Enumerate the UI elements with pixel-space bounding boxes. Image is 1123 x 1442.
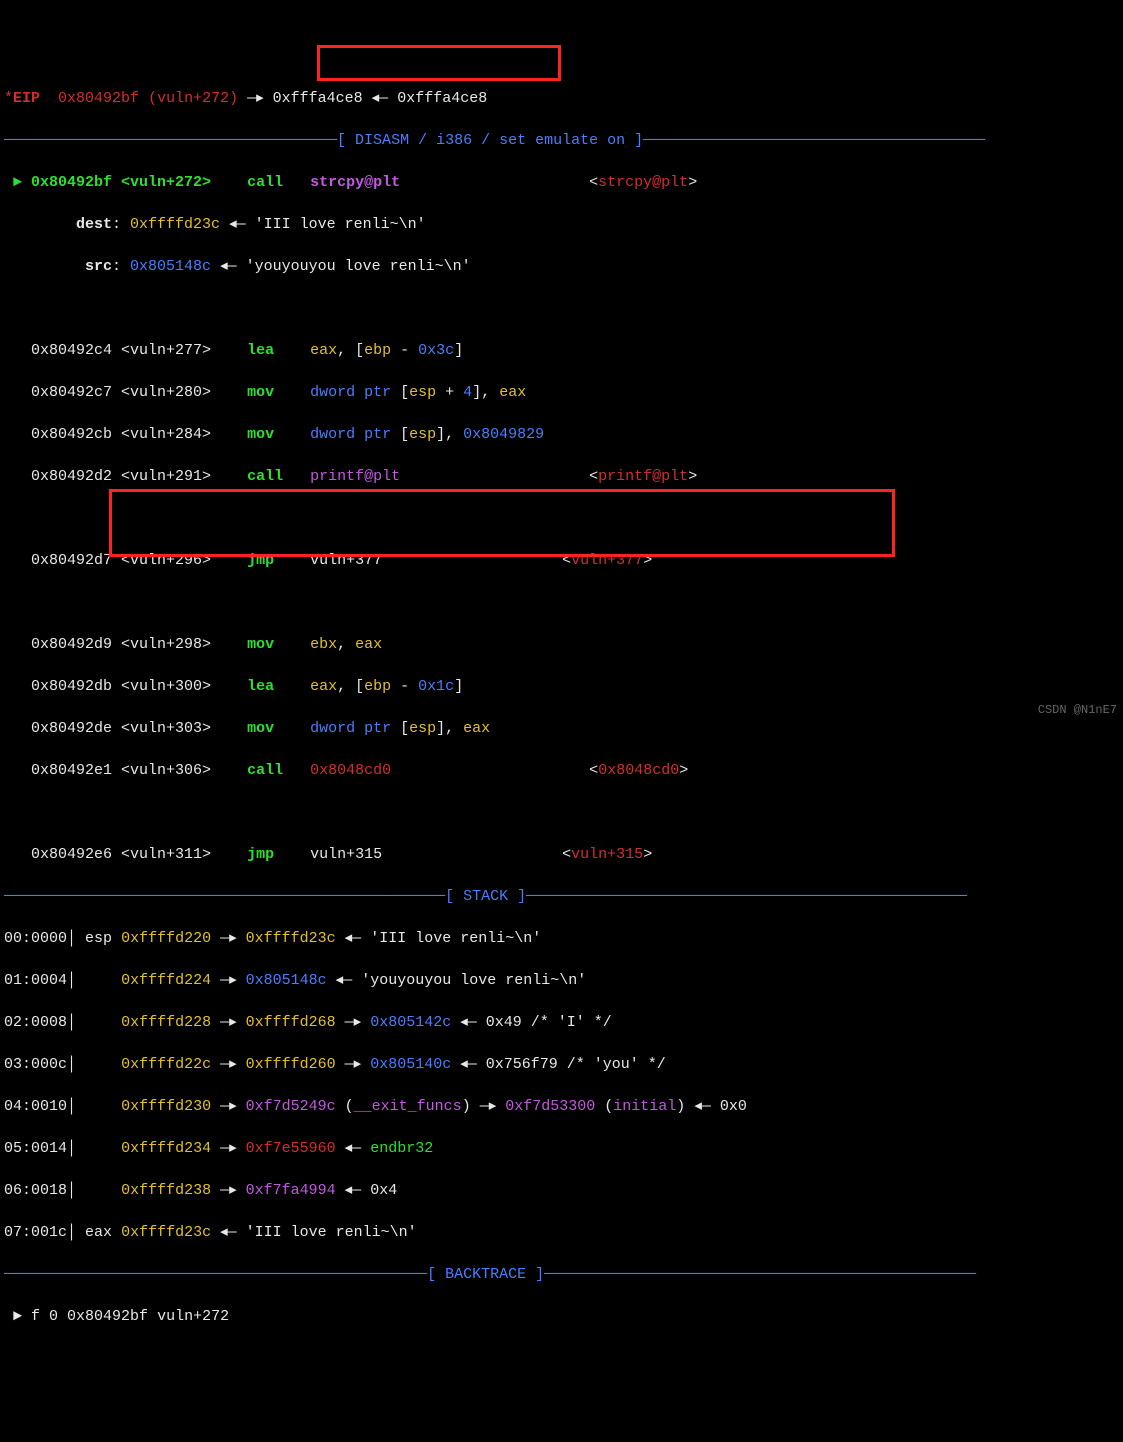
blank-line: [4, 508, 1119, 529]
watermark: CSDN @N1nE7: [1038, 702, 1117, 719]
stack-row: 06:0018│ 0xffffd238 —▸ 0xf7fa4994 ◂— 0x4: [4, 1180, 1119, 1201]
stack-row: 03:000c│ 0xffffd22c —▸ 0xffffd260 —▸ 0x8…: [4, 1054, 1119, 1075]
stack-row: 07:001c│ eax 0xffffd23c ◂— 'III love ren…: [4, 1222, 1119, 1243]
disasm-current-line: ► 0x80492bf <vuln+272> call strcpy@plt <…: [4, 172, 1119, 193]
stack-row: 04:0010│ 0xffffd230 —▸ 0xf7d5249c (__exi…: [4, 1096, 1119, 1117]
blank-line: [4, 592, 1119, 613]
blank-line: [4, 802, 1119, 823]
disasm-arg-src: src: 0x805148c ◂— 'youyouyou love renli~…: [4, 256, 1119, 277]
disasm-line: 0x80492db <vuln+300> lea eax, [ebp - 0x1…: [4, 676, 1119, 697]
disasm-line: 0x80492c4 <vuln+277> lea eax, [ebp - 0x3…: [4, 340, 1119, 361]
disasm-arg-dest: dest: 0xffffd23c ◂— 'III love renli~\n': [4, 214, 1119, 235]
stack-row: 02:0008│ 0xffffd228 —▸ 0xffffd268 —▸ 0x8…: [4, 1012, 1119, 1033]
register-eip-line: *EIP 0x80492bf (vuln+272) —▸ 0xfffa4ce8 …: [4, 88, 1119, 109]
disasm-section-header: ─────────────────────────────────────[ D…: [4, 130, 1119, 151]
disasm-line: 0x80492c7 <vuln+280> mov dword ptr [esp …: [4, 382, 1119, 403]
stack-row: 00:0000│ esp 0xffffd220 —▸ 0xffffd23c ◂—…: [4, 928, 1119, 949]
disasm-line: 0x80492d9 <vuln+298> mov ebx, eax: [4, 634, 1119, 655]
disasm-line: 0x80492e1 <vuln+306> call 0x8048cd0 <0x8…: [4, 760, 1119, 781]
stack-row: 01:0004│ 0xffffd224 —▸ 0x805148c ◂— 'you…: [4, 970, 1119, 991]
disasm-line: 0x80492cb <vuln+284> mov dword ptr [esp]…: [4, 424, 1119, 445]
disasm-line: 0x80492de <vuln+303> mov dword ptr [esp]…: [4, 718, 1119, 739]
blank-line: [4, 298, 1119, 319]
highlight-box-call-strcpy: [317, 45, 561, 81]
backtrace-frame: ► f 0 0x80492bf vuln+272: [4, 1306, 1119, 1327]
disasm-line: 0x80492e6 <vuln+311> jmp vuln+315 <vuln+…: [4, 844, 1119, 865]
backtrace-section-header: ────────────────────────────────────────…: [4, 1264, 1119, 1285]
stack-row: 05:0014│ 0xffffd234 —▸ 0xf7e55960 ◂— end…: [4, 1138, 1119, 1159]
disasm-line: 0x80492d2 <vuln+291> call printf@plt <pr…: [4, 466, 1119, 487]
stack-section-header: ────────────────────────────────────────…: [4, 886, 1119, 907]
disasm-line: 0x80492d7 <vuln+296> jmp vuln+377 <vuln+…: [4, 550, 1119, 571]
